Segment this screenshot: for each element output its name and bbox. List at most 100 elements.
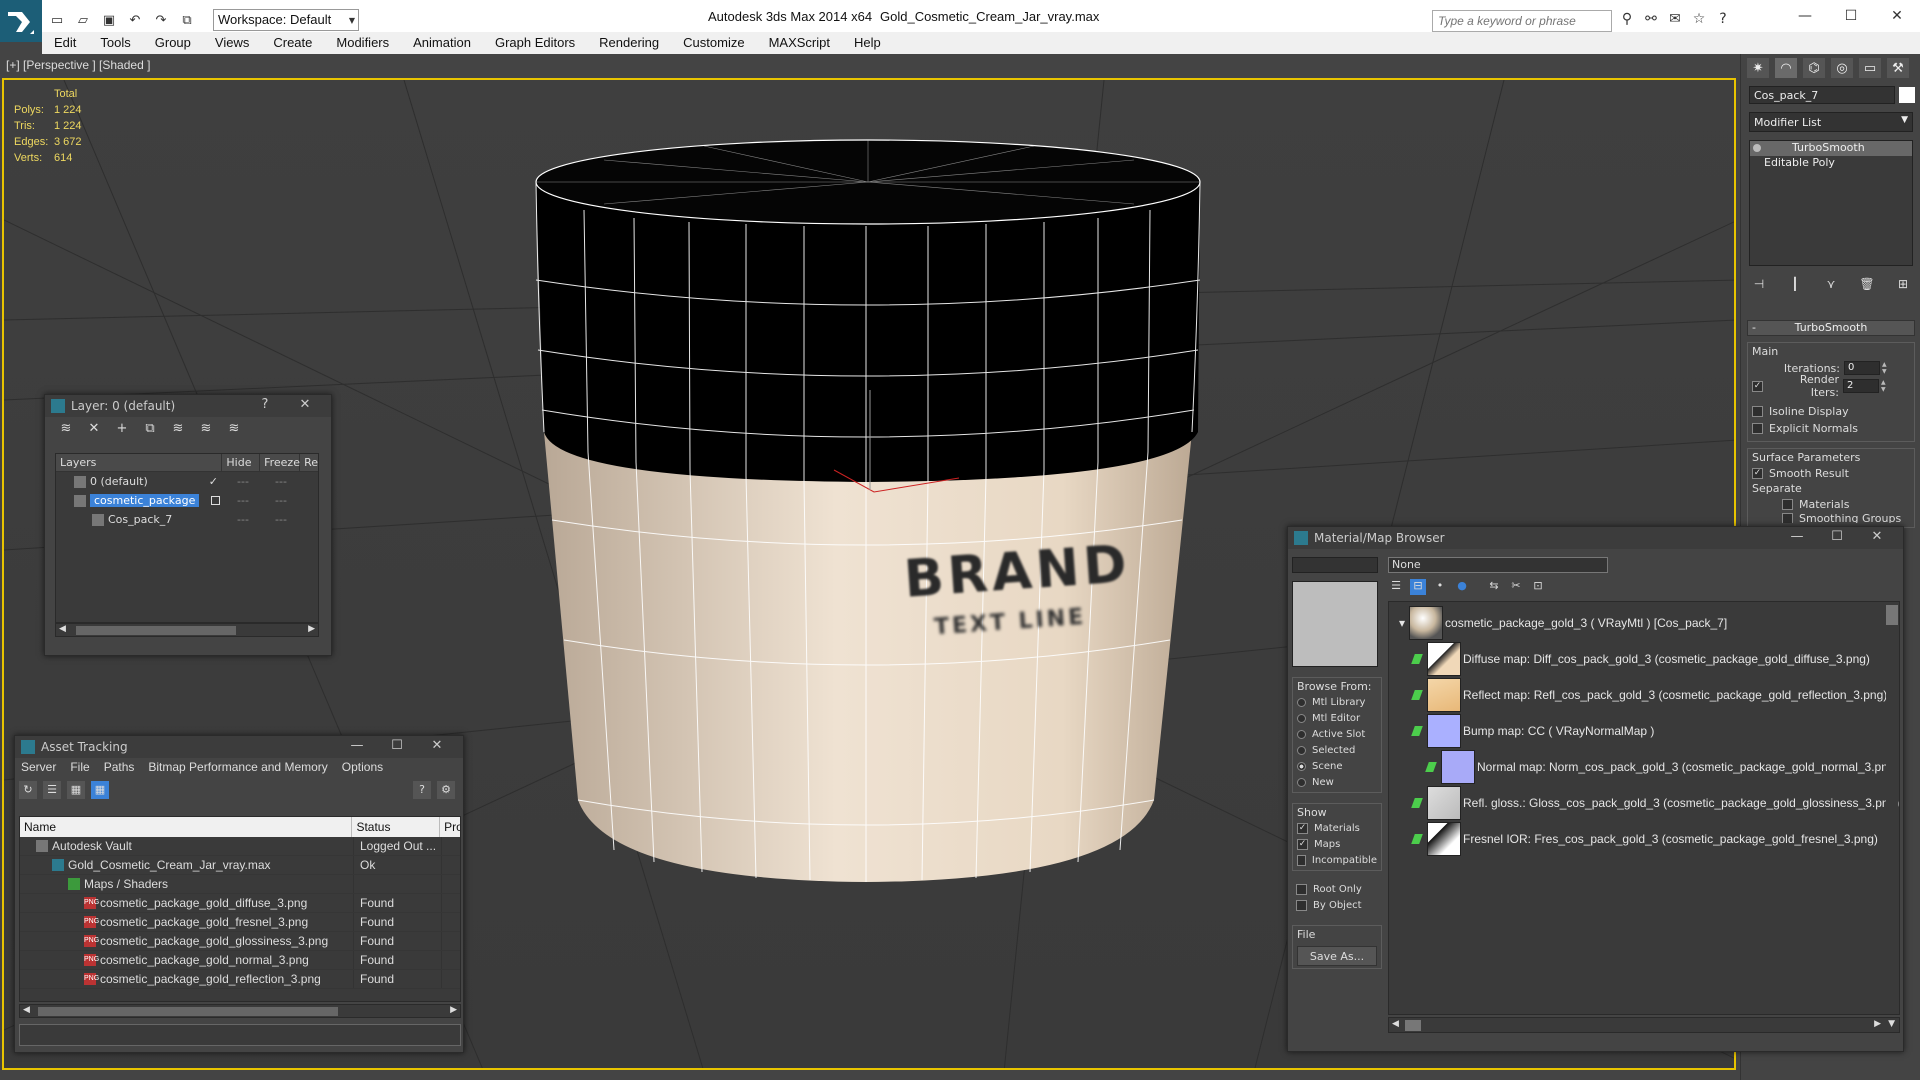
render-iters-spinner[interactable]: 2 [1843,379,1879,393]
scroll-thumb[interactable] [1405,1020,1421,1031]
column-header-hide[interactable]: Hide [222,454,261,471]
separate-smoothing-checkbox[interactable] [1782,513,1793,523]
hide-all-icon[interactable]: ≋ [197,421,215,437]
update-scene-icon[interactable]: ⇆ [1486,579,1502,595]
motion-tab-icon[interactable]: ◎ [1831,58,1853,78]
column-header-proxy[interactable]: Pro [440,817,460,837]
viewport-label-menu[interactable]: [+] [Perspective ] [Shaded ] [6,58,150,72]
maximize-button[interactable]: ☐ [1817,529,1857,547]
maximize-button[interactable]: ☐ [1828,0,1874,32]
layer-row[interactable]: 0 (default) ✓ --- --- [56,472,318,491]
show-end-result-icon[interactable]: ┃ [1785,277,1805,295]
checkbox[interactable] [1296,899,1307,911]
object-color-swatch[interactable] [1899,87,1915,103]
close-button[interactable]: ✕ [417,738,457,756]
material-tree-item[interactable]: Bump map: CC ( VRayNormalMap ) [1411,714,1654,748]
object-name-field[interactable]: Cos_pack_7 [1749,86,1895,104]
chevron-down-icon[interactable]: ▼ [345,9,359,31]
pin-stack-icon[interactable]: ⊣ [1749,277,1769,295]
highlight-layer-icon[interactable]: ≋ [169,421,187,437]
asset-row[interactable]: PNG cosmetic_package_gold_normal_3.png Fou… [20,951,460,970]
layer-row[interactable]: cosmetic_package --- --- [56,491,318,510]
browse-from-option[interactable]: Mtl Library [1297,694,1377,710]
window-titlebar[interactable]: Material/Map Browser — ☐ ✕ [1288,527,1903,549]
browse-from-option[interactable]: Mtl Editor [1297,710,1377,726]
horizontal-scrollbar[interactable]: ◀ ▶ ▼ [1388,1017,1900,1033]
horizontal-scrollbar[interactable]: ◀ ▶ [55,623,319,637]
hierarchy-tab-icon[interactable]: ⌬ [1803,58,1825,78]
window-titlebar[interactable]: Layer: 0 (default) ? ✕ [45,395,331,417]
close-button[interactable]: ✕ [285,397,325,415]
radio-button[interactable] [1297,713,1306,723]
thumbnail-view-icon[interactable]: ▦ [67,781,85,799]
asset-row[interactable]: PNG cosmetic_package_gold_diffuse_3.png Fo… [20,894,460,913]
refresh-icon[interactable]: ↻ [19,781,37,799]
menu-bitmap-performance[interactable]: Bitmap Performance and Memory [148,760,327,776]
close-button[interactable]: ✕ [1857,529,1897,547]
hide-toggle[interactable]: --- [224,475,262,488]
menu-modifiers[interactable]: Modifiers [324,32,401,54]
scroll-thumb[interactable] [1886,605,1898,625]
checkbox-option[interactable]: ✓ Materials [1297,820,1377,836]
menu-tools[interactable]: Tools [88,32,142,54]
make-unique-icon[interactable]: ⋎ [1821,277,1841,295]
menu-customize[interactable]: Customize [671,32,756,54]
display-tab-icon[interactable]: ▭ [1859,58,1881,78]
column-header-render[interactable]: Rer [300,454,318,471]
browse-from-option[interactable]: Active Slot [1297,726,1377,742]
modify-tab-icon[interactable]: ◠ [1775,58,1797,78]
subscription-icon[interactable]: ⚯ [1642,11,1660,29]
material-tree-item[interactable]: Reflect map: Refl_cos_pack_gold_3 (cosme… [1411,678,1887,712]
keyword-search-input[interactable] [1432,10,1612,32]
explicit-normals-checkbox[interactable] [1752,423,1763,434]
scroll-right-icon[interactable]: ▶ [450,1005,457,1015]
vertical-scrollbar[interactable] [1886,603,1898,1013]
communication-icon[interactable]: ✉ [1666,11,1684,29]
redo-icon[interactable]: ↷ [150,10,172,30]
hide-toggle[interactable]: --- [224,494,262,507]
browse-from-option[interactable]: New [1297,774,1377,790]
menu-maxscript[interactable]: MAXScript [757,32,842,54]
iterations-spinner[interactable]: 0 [1844,361,1880,375]
material-filter-field[interactable]: None [1388,557,1608,573]
menu-edit[interactable]: Edit [42,32,88,54]
list-view-icon[interactable]: ☰ [43,781,61,799]
tools-icon[interactable]: ✂ [1508,579,1524,595]
checkbox-option[interactable]: Incompatible [1297,852,1377,868]
material-tree-item[interactable]: ▾ cosmetic_package_gold_3 ( VRayMtl ) [Co… [1399,606,1727,640]
asset-row[interactable]: Gold_Cosmetic_Cream_Jar_vray.max Ok [20,856,460,875]
menu-paths[interactable]: Paths [104,760,135,776]
browse-from-option[interactable]: Scene [1297,758,1377,774]
minimize-button[interactable]: — [1777,529,1817,547]
utilities-tab-icon[interactable]: ⚒ [1887,58,1909,78]
separate-materials-checkbox[interactable] [1782,499,1793,510]
asset-row[interactable]: PNG cosmetic_package_gold_reflection_3.pn… [20,970,460,989]
asset-row[interactable]: PNG cosmetic_package_gold_fresnel_3.png Fo… [20,913,460,932]
asset-path-field[interactable] [19,1024,461,1046]
maximize-button[interactable]: ☐ [377,738,417,756]
material-tree-item[interactable]: Diffuse map: Diff_cos_pack_gold_3 (cosme… [1411,642,1870,676]
spinner-arrows-icon[interactable]: ▲ ▼ [1881,379,1889,393]
help-button[interactable]: ? [245,397,285,415]
freeze-toggle[interactable]: --- [262,513,300,526]
create-tab-icon[interactable]: ✷ [1747,58,1769,78]
stack-item-editable-poly[interactable]: Editable Poly [1750,156,1912,171]
help-icon[interactable]: ? [413,781,431,799]
menu-views[interactable]: Views [203,32,261,54]
settings-icon[interactable]: ⚙ [437,781,455,799]
checkbox-option[interactable]: By Object [1296,897,1378,913]
freeze-toggle[interactable]: --- [262,475,300,488]
list-view-icon[interactable]: ☰ [1388,579,1404,595]
save-file-icon[interactable]: ▣ [98,10,120,30]
radio-button[interactable] [1297,761,1306,771]
smooth-result-checkbox[interactable]: ✓ [1752,468,1763,479]
menu-help[interactable]: Help [842,32,893,54]
asset-row[interactable]: Maps / Shaders [20,875,460,894]
horizontal-scrollbar[interactable]: ◀ ▶ [19,1004,461,1018]
scroll-left-icon[interactable]: ◀ [23,1005,30,1015]
expand-icon[interactable]: ▾ [1399,616,1405,630]
material-tree-item[interactable]: Refl. gloss.: Gloss_cos_pack_gold_3 (cos… [1411,786,1899,820]
column-header-layers[interactable]: Layers [56,454,223,471]
menu-options[interactable]: Options [342,760,383,776]
scroll-left-icon[interactable]: ◀ [59,624,66,634]
